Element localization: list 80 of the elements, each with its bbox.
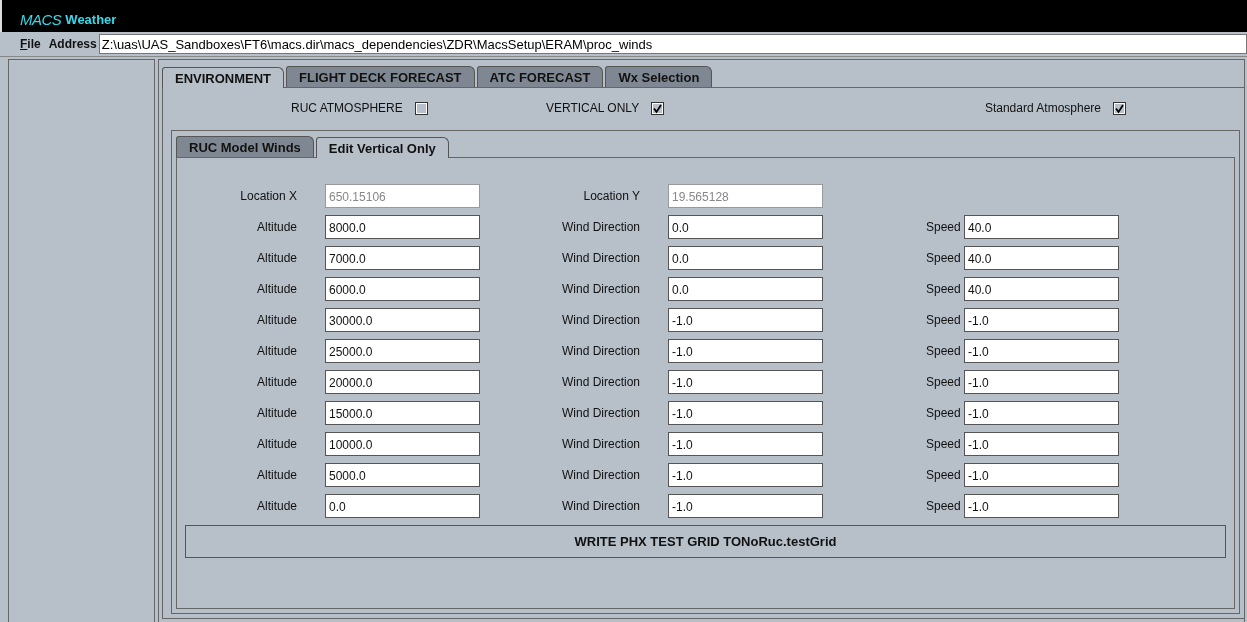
input-field[interactable]: 5000.0 <box>325 463 480 487</box>
checkbox[interactable] <box>651 101 665 115</box>
tab[interactable]: ATC FORECAST <box>476 66 604 87</box>
field-label: Wind Direction <box>560 406 641 420</box>
field-label: Location X <box>239 189 298 203</box>
input-field[interactable]: 15000.0 <box>325 401 480 425</box>
field-label: Wind Direction <box>560 437 641 451</box>
field-label: Altitude <box>255 251 298 265</box>
field-label: Speed <box>925 437 962 451</box>
field-label: Wind Direction <box>560 499 641 513</box>
input-field[interactable]: -1.0 <box>668 308 823 332</box>
field-label: Speed <box>925 251 962 265</box>
field-label: Speed <box>925 344 962 358</box>
field-label: Wind Direction <box>560 220 641 234</box>
field-label: Speed <box>925 375 962 389</box>
tab[interactable]: ENVIRONMENT <box>162 67 285 88</box>
option-label: RUC ATMOSPHERE <box>291 101 403 115</box>
menu-item[interactable]: File <box>20 37 41 51</box>
input-field[interactable]: 20000.0 <box>325 370 480 394</box>
field-label: Altitude <box>255 344 298 358</box>
input-field[interactable]: 40.0 <box>964 246 1119 270</box>
option-label: VERTICAL ONLY <box>546 101 640 115</box>
input-field[interactable]: -1.0 <box>964 339 1119 363</box>
input-field[interactable]: 10000.0 <box>325 432 480 456</box>
field-label: Speed <box>925 282 962 296</box>
input-field[interactable]: -1.0 <box>668 401 823 425</box>
field-label: Wind Direction <box>560 375 641 389</box>
field-label: Altitude <box>255 406 298 420</box>
field-label: Altitude <box>255 282 298 296</box>
input-field[interactable]: -1.0 <box>964 401 1119 425</box>
input-field[interactable]: 7000.0 <box>325 246 480 270</box>
tab[interactable]: Wx Selection <box>605 66 713 87</box>
option-label: Standard Atmosphere <box>984 101 1101 115</box>
address-field[interactable]: Z:\uas\UAS_Sandboxes\FT6\macs.dir\macs_dependencies\ZDR\MacsSetup\ERAM\proc_winds <box>98 34 1247 54</box>
input-field[interactable]: -1.0 <box>964 370 1119 394</box>
input-field[interactable]: 0.0 <box>668 246 823 270</box>
field-label: Altitude <box>255 313 298 327</box>
input-field[interactable]: 0.0 <box>668 215 823 239</box>
field-label: Wind Direction <box>560 313 641 327</box>
field-label: Speed <box>925 499 962 513</box>
input-field[interactable]: 30000.0 <box>325 308 480 332</box>
input-field[interactable]: -1.0 <box>964 494 1119 518</box>
input-field[interactable]: 25000.0 <box>325 339 480 363</box>
field-label: Altitude <box>255 468 298 482</box>
field-label: Speed <box>925 468 962 482</box>
checkbox[interactable] <box>414 101 428 115</box>
field-label: Altitude <box>255 499 298 513</box>
checkbox[interactable] <box>1113 101 1126 115</box>
input-field[interactable]: 40.0 <box>964 215 1119 239</box>
input-field[interactable]: -1.0 <box>668 370 823 394</box>
input-field[interactable]: 0.0 <box>668 277 823 301</box>
field-label: Speed <box>925 313 962 327</box>
field-label: Location Y <box>582 189 641 203</box>
app-logo: MACS <box>20 10 62 28</box>
field-label: Wind Direction <box>560 344 641 358</box>
input-field[interactable]: 0.0 <box>325 494 480 518</box>
field-label: Wind Direction <box>560 468 641 482</box>
input-field[interactable]: -1.0 <box>964 463 1119 487</box>
field-label: Wind Direction <box>560 251 641 265</box>
window-title: Weather <box>65 11 117 27</box>
field-label: Altitude <box>255 437 298 451</box>
field-label: Wind Direction <box>560 282 641 296</box>
input-field[interactable]: -1.0 <box>668 463 823 487</box>
address-label: Address <box>48 37 97 51</box>
input-field[interactable]: 6000.0 <box>325 277 480 301</box>
input-field[interactable]: -1.0 <box>668 432 823 456</box>
field-label: Speed <box>925 220 962 234</box>
field-label: Altitude <box>255 375 298 389</box>
input-field[interactable]: 8000.0 <box>325 215 480 239</box>
input-field[interactable]: -1.0 <box>964 432 1119 456</box>
field-label: Speed <box>925 406 962 420</box>
tab[interactable]: Edit Vertical Only <box>315 137 449 158</box>
input-field[interactable]: -1.0 <box>668 494 823 518</box>
tab[interactable]: FLIGHT DECK FORECAST <box>286 66 475 87</box>
tab[interactable]: RUC Model Winds <box>176 136 314 157</box>
field-label: Altitude <box>255 220 298 234</box>
input-field[interactable]: -1.0 <box>964 308 1119 332</box>
input-field[interactable]: -1.0 <box>668 339 823 363</box>
input-field[interactable]: 40.0 <box>964 277 1119 301</box>
write-button[interactable]: WRITE PHX TEST GRID TONoRuc.testGrid <box>185 525 1226 558</box>
